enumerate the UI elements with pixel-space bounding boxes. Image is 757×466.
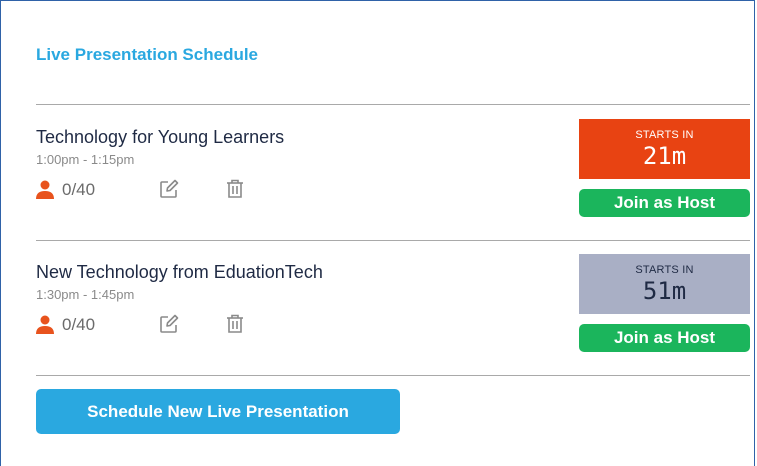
- divider: [36, 240, 750, 241]
- starts-in-badge: STARTS IN 21m: [579, 119, 750, 179]
- session-title: New Technology from EduationTech: [36, 262, 323, 282]
- starts-in-label: STARTS IN: [635, 129, 694, 141]
- join-as-host-button[interactable]: Join as Host: [579, 324, 750, 352]
- session-time: 1:00pm - 1:15pm: [36, 152, 135, 167]
- attendee-count: 0/40: [62, 180, 96, 199]
- schedule-title: Live Presentation Schedule: [36, 45, 259, 64]
- divider: [36, 375, 750, 376]
- schedule-panel: Live Presentation Schedule Technology fo…: [0, 0, 755, 466]
- attendee-count: 0/40: [62, 315, 96, 334]
- edit-icon[interactable]: [159, 179, 179, 199]
- session-meta: 0/40: [36, 314, 243, 336]
- divider: [36, 104, 750, 105]
- edit-icon[interactable]: [159, 314, 179, 334]
- session-time: 1:30pm - 1:45pm: [36, 287, 135, 302]
- trash-icon[interactable]: [226, 179, 244, 199]
- starts-in-label: STARTS IN: [635, 264, 694, 276]
- starts-in-value: 21m: [642, 142, 687, 170]
- session-item: Technology for Young Learners 1:00pm - 1…: [36, 119, 750, 247]
- session-item: New Technology from EduationTech 1:30pm …: [36, 254, 750, 382]
- person-icon: [36, 180, 54, 199]
- schedule-new-presentation-button[interactable]: Schedule New Live Presentation: [36, 389, 400, 434]
- trash-icon[interactable]: [226, 314, 244, 334]
- join-as-host-button[interactable]: Join as Host: [579, 189, 750, 217]
- starts-in-badge: STARTS IN 51m: [579, 254, 750, 314]
- session-title: Technology for Young Learners: [36, 127, 285, 147]
- person-icon: [36, 315, 54, 334]
- starts-in-value: 51m: [642, 277, 687, 305]
- session-meta: 0/40: [36, 179, 243, 201]
